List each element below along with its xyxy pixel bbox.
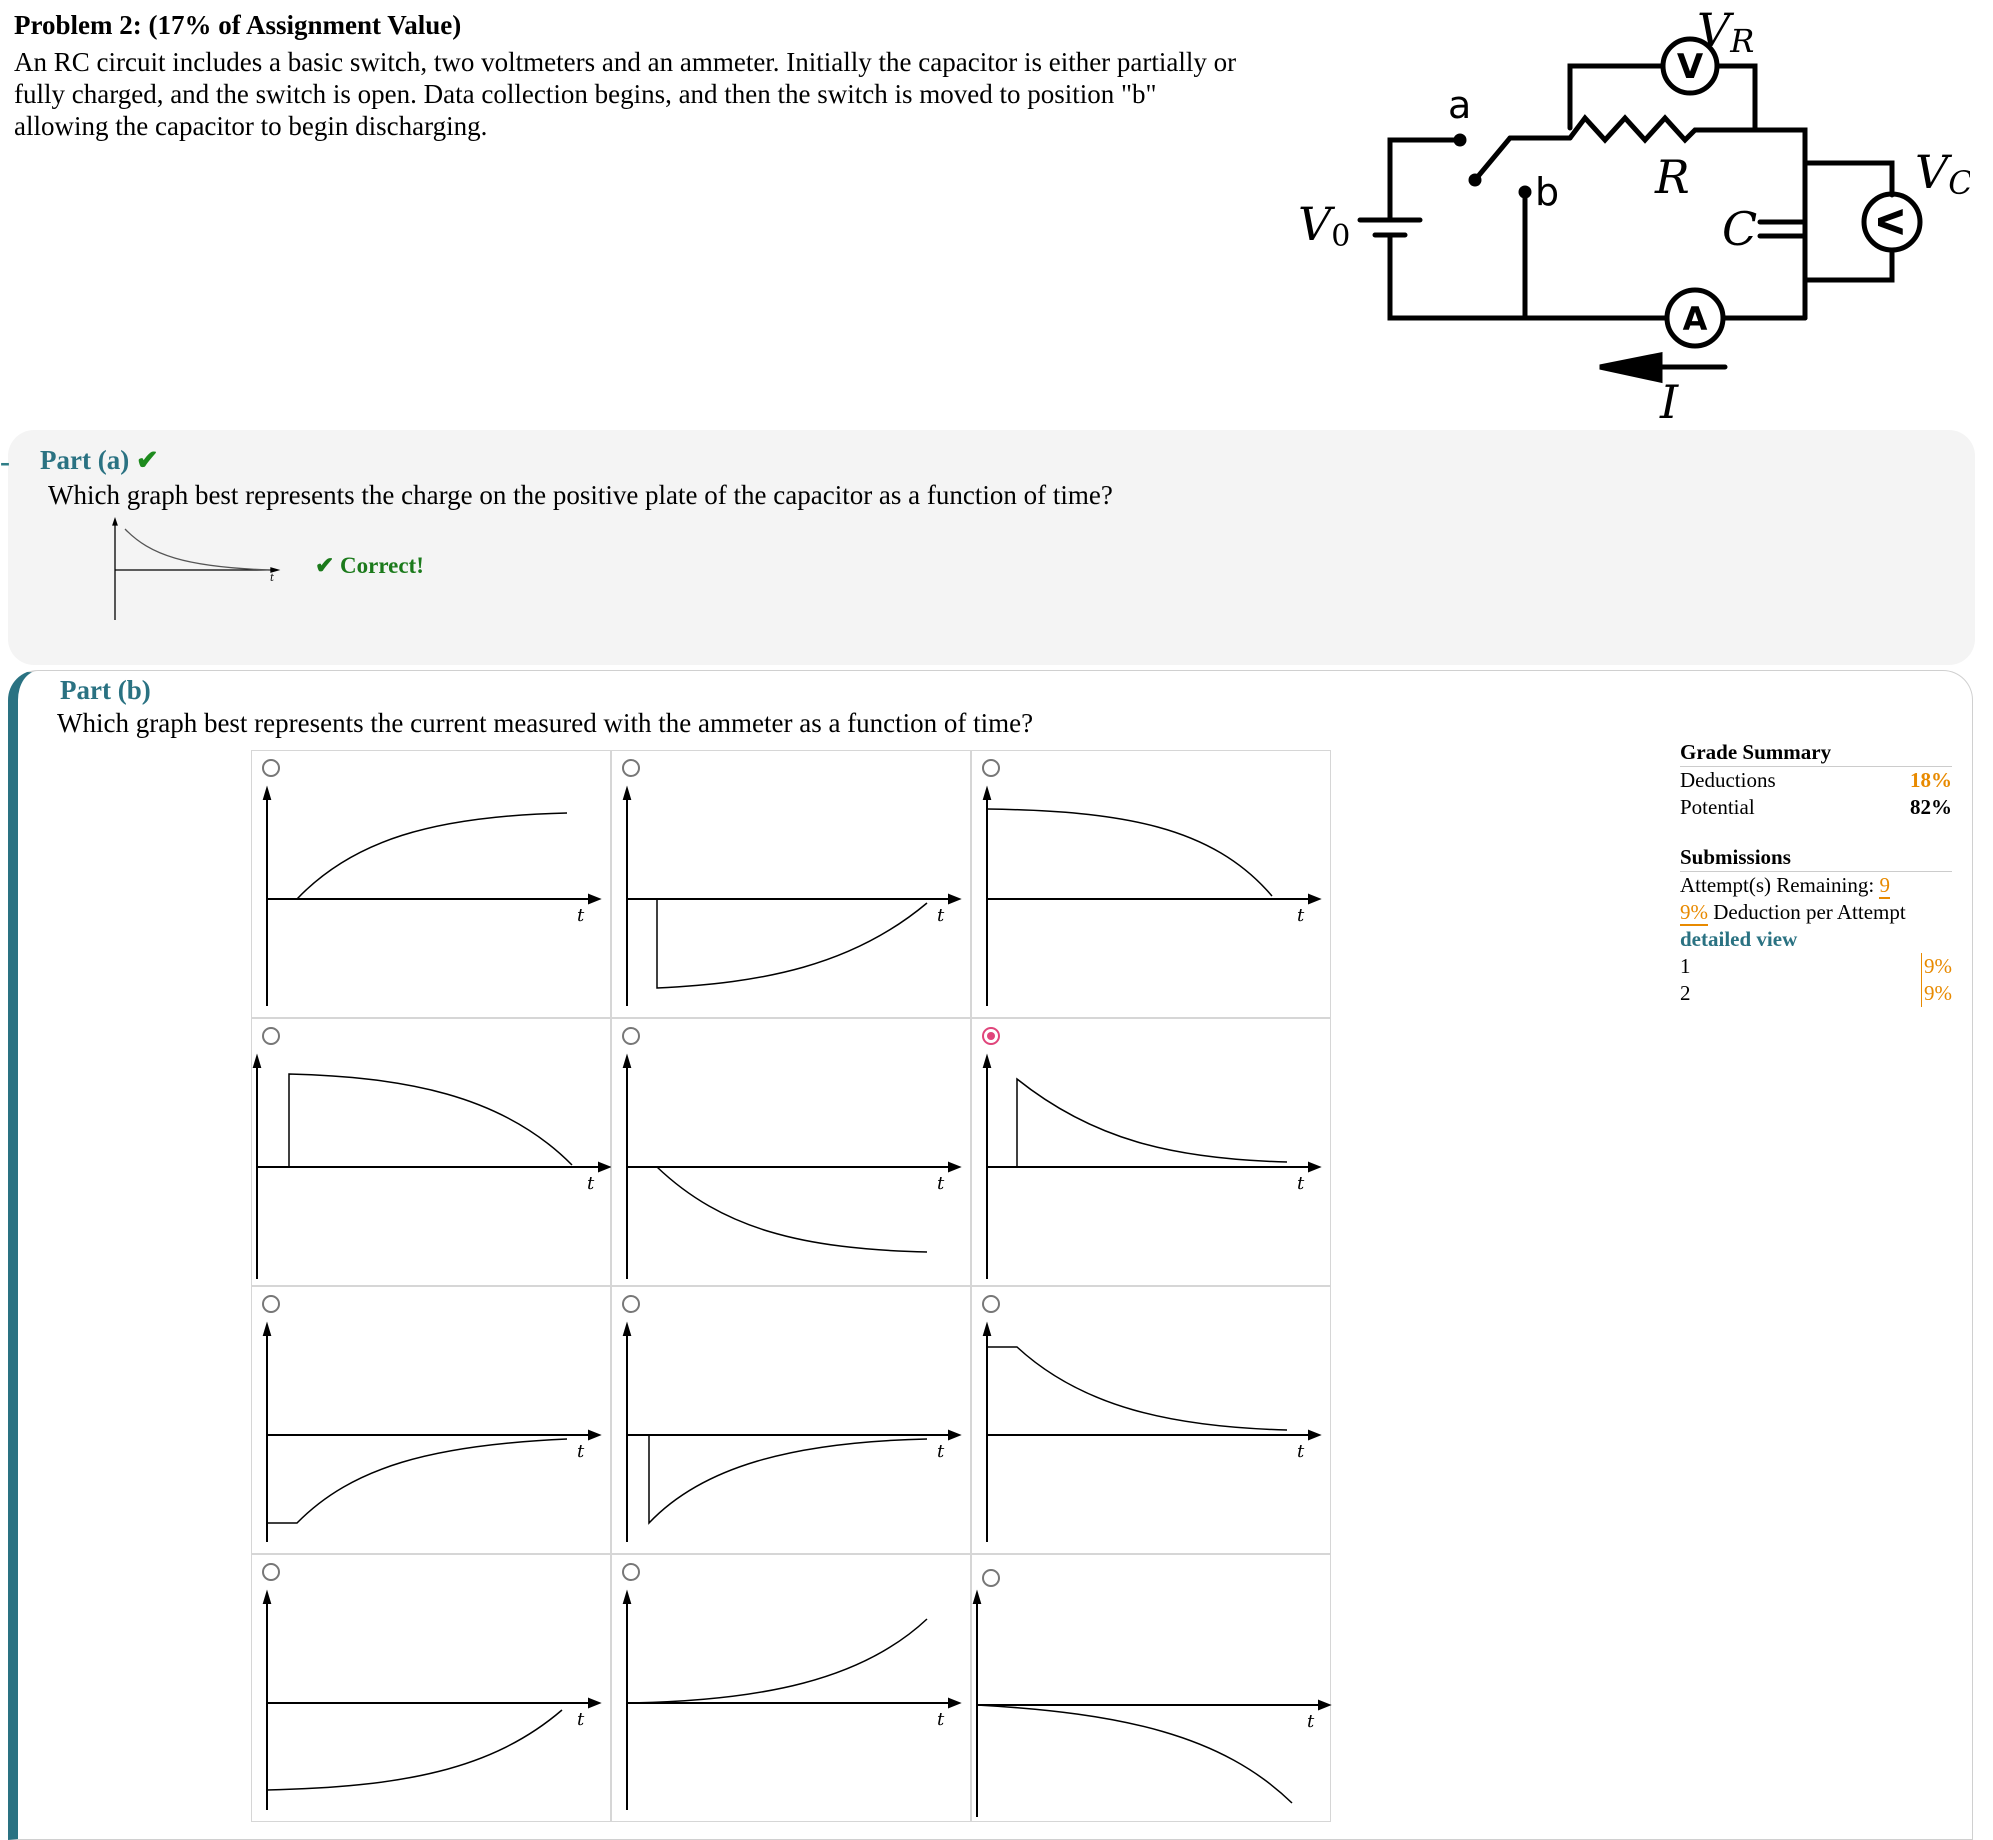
svg-text:VC: VC	[1915, 145, 1970, 202]
check-icon: ✔	[135, 445, 159, 475]
capacitor-label: C	[1722, 202, 1757, 256]
part-a-label[interactable]: Part (a) ✔	[40, 445, 159, 476]
t-axis-label: t	[1297, 905, 1305, 926]
option-graph: t	[982, 1321, 1322, 1542]
deduction-per-attempt-label: Deduction per Attempt	[1713, 900, 1906, 924]
answer-option[interactable]: t	[251, 1286, 611, 1554]
deductions-label: Deductions	[1680, 768, 1776, 792]
answer-option[interactable]: t	[971, 1286, 1331, 1554]
option-graph: t	[982, 785, 1322, 1006]
detailed-view-link[interactable]: detailed view	[1680, 926, 1952, 953]
answer-option[interactable]: t	[971, 1018, 1331, 1286]
switch-position-a: a	[1448, 83, 1471, 127]
t-axis-label: t	[937, 905, 945, 926]
submission-deduction: 9%	[1921, 953, 1952, 980]
t-axis-label: t	[1297, 1441, 1305, 1462]
vr-subscript: R	[1729, 22, 1754, 60]
t-axis-label: t	[577, 1441, 585, 1462]
t-axis-label: t	[577, 1709, 585, 1730]
deductions-value: 18%	[1910, 768, 1952, 792]
potential-label: Potential	[1680, 795, 1755, 819]
part-b-question: Which graph best represents the current …	[57, 708, 1034, 738]
t-axis-label: t	[270, 573, 275, 584]
voltmeter-c-symbol: V	[1869, 209, 1909, 236]
t-axis-label: t	[937, 1441, 945, 1462]
attempts-remaining-label: Attempt(s) Remaining:	[1680, 873, 1875, 897]
option-graph: t	[622, 785, 962, 1006]
ammeter-symbol: A	[1683, 300, 1708, 338]
submission-number: 2	[1680, 981, 1691, 1005]
part-a-panel	[8, 430, 1975, 665]
option-graph: t	[622, 1589, 962, 1810]
attempts-remaining-value: 9	[1879, 873, 1890, 899]
part-a-answer-graph: t	[112, 516, 281, 620]
part-a-title: Part (a)	[40, 445, 130, 475]
option-graph: t	[982, 1053, 1322, 1279]
submission-deduction: 9%	[1921, 980, 1952, 1007]
svg-text:VR: VR	[1697, 3, 1754, 60]
t-axis-label: t	[587, 1173, 595, 1194]
vc-subscript: C	[1948, 164, 1970, 202]
t-axis-label: t	[1307, 1711, 1315, 1732]
t-axis-label: t	[937, 1709, 945, 1730]
grade-summary-panel: Grade Summary Deductions 18% Potential 8…	[1680, 740, 1952, 1007]
option-graph: t	[262, 1321, 602, 1542]
answer-option[interactable]: t	[251, 750, 611, 1018]
option-graph: t	[972, 1589, 1332, 1817]
correct-feedback: ✔ Correct!	[315, 553, 424, 578]
deduction-per-attempt-value: 9%	[1680, 900, 1708, 926]
potential-value: 82%	[1910, 795, 1952, 819]
answer-option[interactable]: t	[611, 750, 971, 1018]
switch-position-b: b	[1535, 170, 1559, 214]
option-graph: t	[262, 785, 602, 1006]
v0-subscript: 0	[1331, 219, 1350, 254]
grade-summary-title: Grade Summary	[1680, 740, 1952, 767]
collapse-toggle[interactable]: -	[0, 445, 10, 479]
answer-option[interactable]: t	[611, 1286, 971, 1554]
problem-description: An RC circuit includes a basic switch, t…	[14, 47, 1237, 141]
option-graph: t	[622, 1053, 962, 1279]
option-graph: t	[252, 1053, 612, 1279]
t-axis-label: t	[937, 1173, 945, 1194]
answer-option[interactable]: t	[971, 1554, 1332, 1822]
svg-text:V0: V0	[1298, 197, 1350, 254]
current-label: I	[1659, 375, 1679, 429]
option-graph: t	[262, 1589, 602, 1810]
t-axis-label: t	[577, 905, 585, 926]
submissions-title: Submissions	[1680, 845, 1952, 872]
t-axis-label: t	[1297, 1173, 1305, 1194]
answer-option[interactable]: t	[971, 750, 1331, 1018]
answer-options-grid: t t t t t t t t t t t t	[251, 750, 1334, 1830]
part-b-label[interactable]: Part (b)	[60, 675, 151, 706]
answer-option[interactable]: t	[611, 1554, 971, 1822]
answer-option[interactable]: t	[251, 1018, 612, 1286]
answer-option[interactable]: t	[611, 1018, 971, 1286]
part-a-question: Which graph best represents the charge o…	[48, 480, 1113, 510]
answer-option[interactable]: t	[251, 1554, 611, 1822]
resistor-label: R	[1654, 150, 1690, 204]
problem-title: Problem 2: (17% of Assignment Value)	[14, 10, 462, 40]
rc-circuit-diagram: V V A VR VC V0 R C I a b	[1298, 3, 1970, 429]
option-graph: t	[622, 1321, 962, 1542]
submission-number: 1	[1680, 954, 1691, 978]
